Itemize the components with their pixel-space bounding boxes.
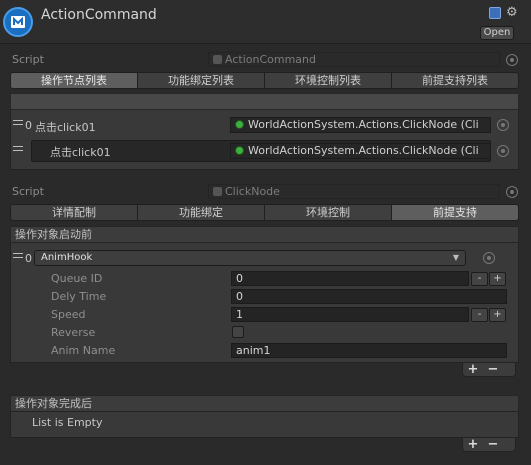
script-field[interactable]: ClickNode [208, 184, 500, 199]
node-ref-picker-icon[interactable] [497, 145, 509, 157]
component-icon [235, 146, 244, 155]
add-element-button[interactable]: + [463, 363, 483, 376]
dely-time-label: Dely Time [51, 290, 107, 303]
after-complete-title: 操作对象完成后 [10, 395, 519, 412]
before-start-title: 操作对象启动前 [10, 226, 519, 243]
reverse-checkbox[interactable] [232, 326, 244, 338]
node-name: 点击click01 [50, 146, 111, 159]
after-complete-footer: + − [462, 438, 516, 452]
tab-node-list[interactable]: 操作节点列表 [10, 72, 138, 89]
node-ref-value: WorldActionSystem.Actions.ClickNode (Cli [248, 144, 479, 157]
hook-type-dropdown[interactable]: AnimHook ▼ [34, 250, 466, 266]
tab-detail-config[interactable]: 详情配制 [10, 204, 138, 221]
before-start-footer: + − [462, 363, 516, 377]
node-ref-picker-icon[interactable] [497, 119, 509, 131]
node-name: 点击click01 [35, 121, 96, 134]
node-tab-bar: 详情配制 功能绑定 环境控制 前提支持 [10, 204, 519, 221]
node-ref-field[interactable]: WorldActionSystem.Actions.ClickNode (Cli [230, 117, 491, 133]
drag-handle-icon[interactable] [13, 253, 23, 258]
drag-handle-icon[interactable] [13, 146, 23, 151]
node-ref-field[interactable]: WorldActionSystem.Actions.ClickNode (Cli [230, 143, 491, 159]
tab-env-list[interactable]: 环境控制列表 [265, 72, 392, 89]
gear-icon[interactable]: ⚙ [506, 6, 518, 19]
script-file-icon [213, 55, 222, 64]
inspector-title: ActionCommand [41, 7, 157, 23]
drag-handle-icon[interactable] [13, 120, 23, 125]
node-ref-value: WorldActionSystem.Actions.ClickNode (Cli [248, 118, 479, 131]
script-label: Script [12, 185, 44, 198]
reverse-label: Reverse [51, 326, 96, 339]
tab-env-control[interactable]: 环境控制 [265, 204, 392, 221]
remove-element-button[interactable]: − [483, 363, 503, 376]
tab-binding[interactable]: 功能绑定 [138, 204, 265, 221]
top-tab-bar: 操作节点列表 功能绑定列表 环境控制列表 前提支持列表 [10, 72, 519, 89]
header-tools: ⚙ [489, 6, 527, 21]
tab-prereq-list[interactable]: 前提支持列表 [392, 72, 519, 89]
book-icon[interactable] [489, 7, 501, 19]
queue-id-label: Queue ID [51, 272, 103, 285]
empty-list-text: List is Empty [32, 416, 103, 429]
node-index: 0 [25, 119, 32, 132]
queue-id-field[interactable]: 0 [231, 271, 469, 286]
hook-picker-icon[interactable] [483, 252, 495, 264]
speed-field[interactable]: 1 [231, 307, 469, 322]
remove-element-button[interactable]: − [483, 438, 503, 451]
script-picker-icon[interactable] [506, 186, 518, 198]
speed-increment-button[interactable]: + [489, 308, 506, 322]
tab-prereq[interactable]: 前提支持 [392, 204, 519, 221]
anim-name-label: Anim Name [51, 344, 116, 357]
open-button[interactable]: Open [480, 26, 514, 40]
queue-id-increment-button[interactable]: + [489, 272, 506, 286]
node-list-header-band [10, 93, 519, 110]
dely-time-field[interactable]: 0 [231, 289, 507, 304]
tab-binding-list[interactable]: 功能绑定列表 [138, 72, 265, 89]
add-element-button[interactable]: + [463, 438, 483, 451]
script-file-icon [213, 187, 222, 196]
script-field-value: ClickNode [225, 185, 280, 198]
inspector-header: ActionCommand ⚙ Open [0, 0, 531, 44]
queue-id-decrement-button[interactable]: - [471, 272, 488, 286]
chevron-down-icon: ▼ [452, 253, 459, 262]
script-asset-icon [3, 7, 33, 37]
script-label: Script [12, 53, 44, 66]
speed-decrement-button[interactable]: - [471, 308, 488, 322]
component-icon [235, 120, 244, 129]
script-field-value: ActionCommand [225, 53, 316, 66]
script-picker-icon[interactable] [506, 54, 518, 66]
script-field[interactable]: ActionCommand [208, 52, 500, 67]
speed-label: Speed [51, 308, 86, 321]
anim-name-field[interactable]: anim1 [231, 343, 507, 358]
hook-type-value: AnimHook [41, 252, 93, 263]
element-index: 0 [25, 252, 32, 265]
